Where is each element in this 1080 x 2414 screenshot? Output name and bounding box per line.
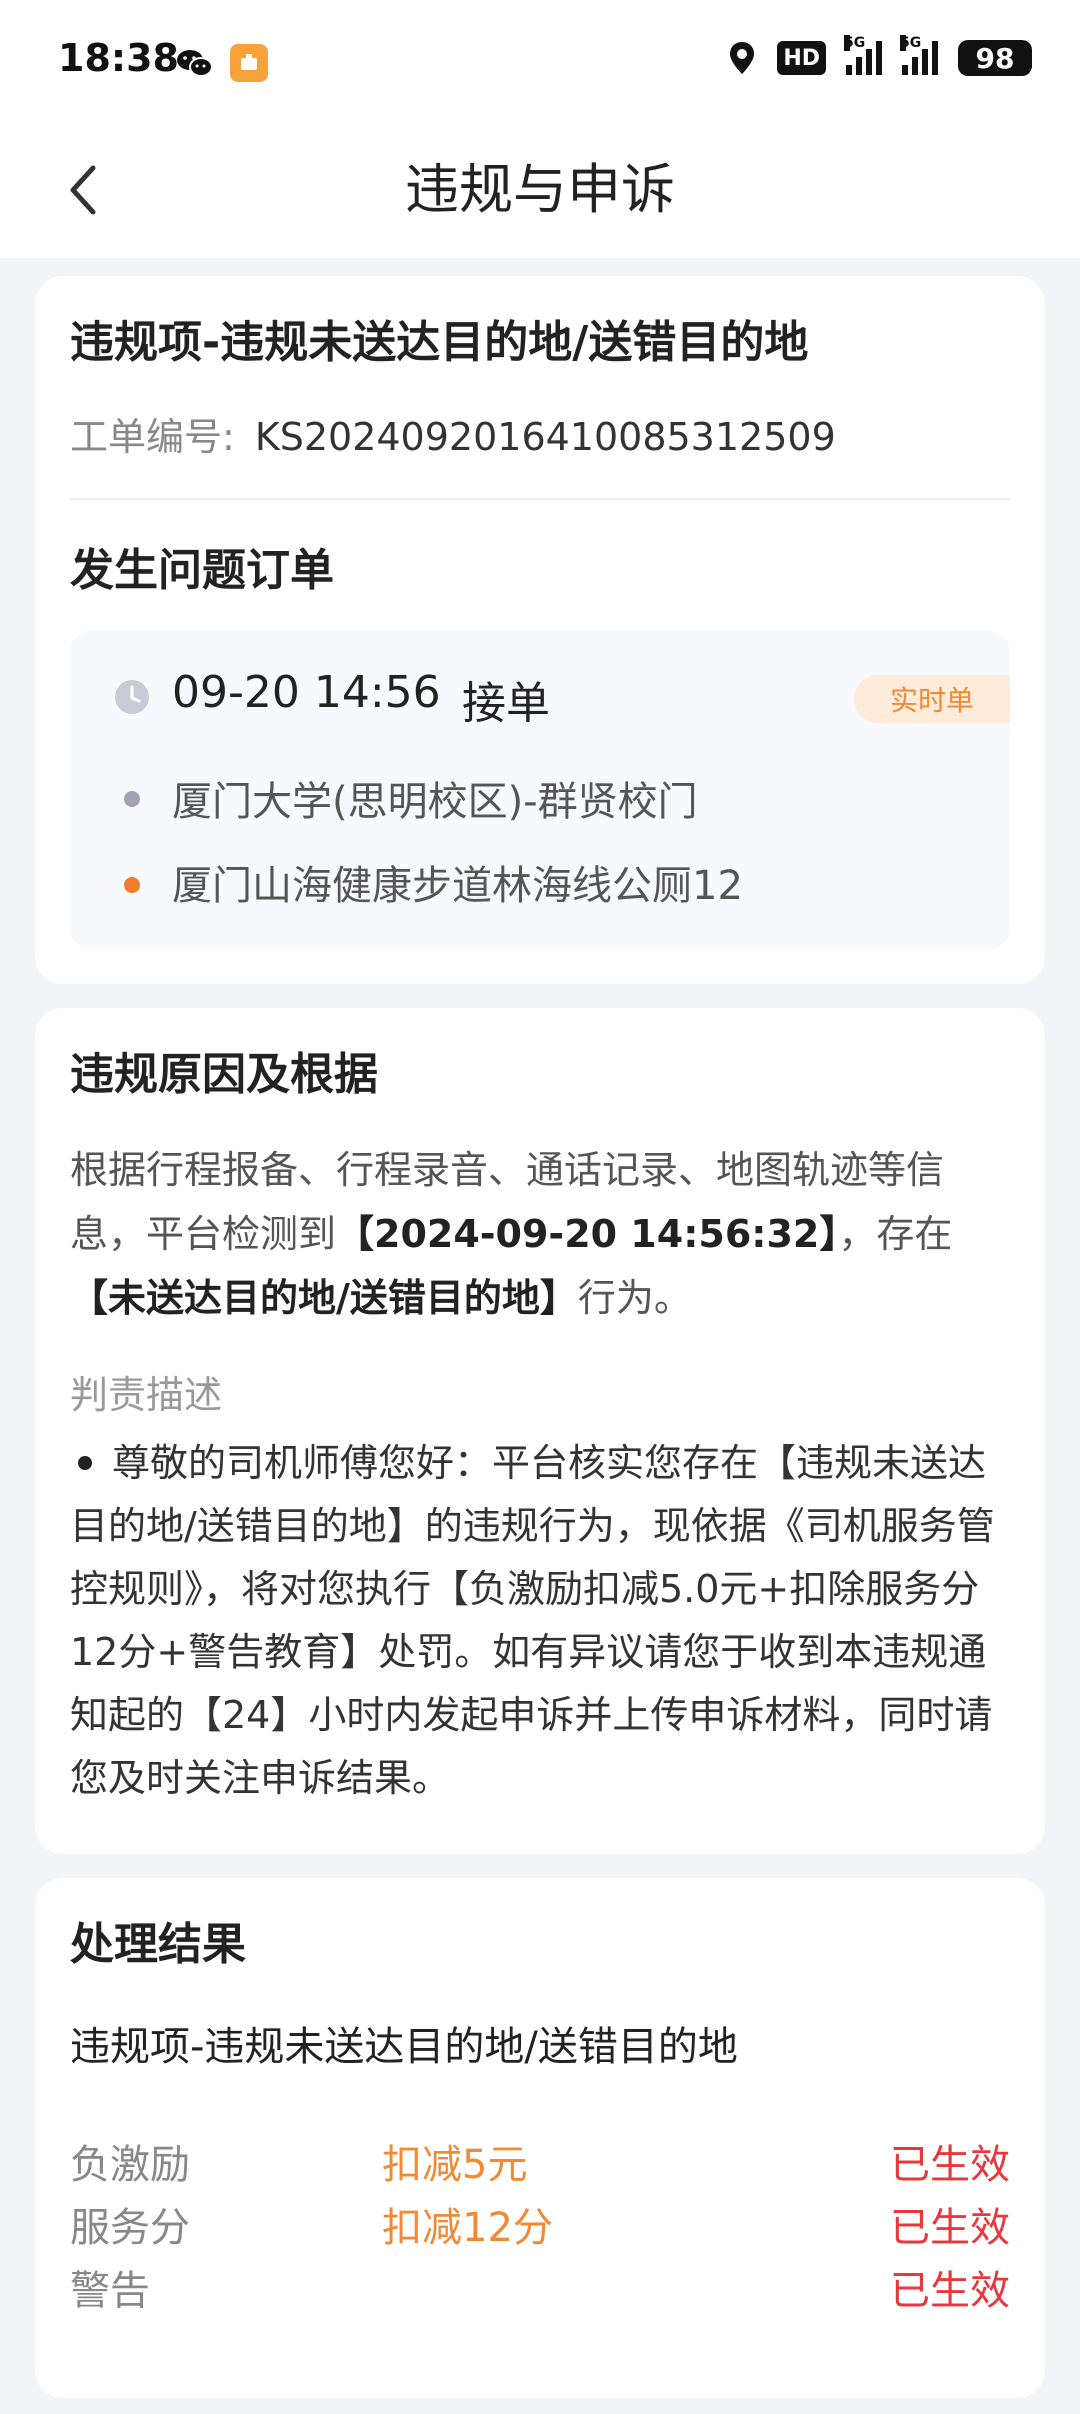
reason-text: 根据行程报备、行程录音、通话记录、地图轨迹等信息，平台检测到【2024-09-2… — [70, 1148, 953, 1320]
end-address: 厦门山海健康步道林海线公厕12 — [172, 863, 743, 909]
result-card: 处理结果 违规项-违规未送达目的地/送错目的地 负激励 扣减5元 已生效 服务分… — [35, 1878, 1045, 2398]
bullet-icon — [78, 1455, 92, 1470]
judge-label: 判责描述 — [70, 1373, 223, 1417]
violation-card: 违规项-违规未送达目的地/送错目的地 工单编号: KS20240920164100… — [35, 276, 1045, 984]
result-row: 服务分 扣减12分 已生效 — [70, 2195, 1010, 2257]
result-value: 扣减12分 — [382, 2205, 553, 2251]
status-left-icons — [176, 44, 268, 82]
result-state: 已生效 — [890, 2205, 1010, 2251]
app-badge-icon — [230, 44, 268, 82]
page-title: 违规与申诉 — [405, 158, 675, 221]
violation-title: 违规项-违规未送达目的地/送错目的地 — [70, 317, 809, 368]
start-point-icon — [124, 791, 140, 807]
result-state: 已生效 — [890, 2142, 1010, 2188]
status-right-icons: HD 5G 5G 98 — [727, 35, 1032, 76]
result-row: 警告 已生效 — [70, 2258, 1010, 2320]
issue-order-title: 发生问题订单 — [70, 545, 334, 596]
order-time: 09-20 14:56 — [172, 667, 441, 718]
clock-icon — [115, 680, 149, 714]
issue-order-box[interactable]: 09-20 14:56 接单 实时单 厦门大学(思明校区)-群贤校门 厦门山海健… — [70, 631, 1010, 949]
order-number-value: KS20240920164100853125​09 — [254, 415, 836, 459]
result-name: 警告 — [70, 2268, 150, 2314]
judge-description: 尊敬的司机师傅您好：平台核实您存在【违规未送达目的地/送错目的地】的违规行为，现… — [70, 1441, 995, 1800]
result-value: 扣减5元 — [382, 2142, 528, 2188]
hd-icon: HD — [777, 41, 826, 75]
order-status: 接单 — [462, 678, 550, 729]
end-point-icon — [124, 877, 140, 893]
top-bar: 18:38 HD 5G 5G 98 违规与申诉 — [0, 0, 1080, 258]
result-state: 已生效 — [890, 2268, 1010, 2314]
reason-title: 违规原因及根据 — [70, 1049, 378, 1100]
result-name: 负激励 — [70, 2142, 190, 2188]
wechat-icon — [177, 50, 213, 77]
violation-behavior: 【未送达目的地/送错目的地】 — [70, 1276, 578, 1320]
detected-time: 【2024-09-20 14:56:32】 — [336, 1212, 839, 1256]
battery-icon: 98 — [958, 40, 1032, 76]
divider — [70, 498, 1010, 500]
realtime-order-tag: 实时单 — [854, 675, 1010, 723]
signal-icon-sim2: 5G — [900, 35, 938, 75]
status-time: 18:38 — [58, 36, 179, 80]
result-subtitle: 违规项-违规未送达目的地/送错目的地 — [70, 2024, 738, 2070]
order-number-label: 工单编号: — [70, 415, 235, 459]
signal-icon-sim1: 5G — [844, 35, 882, 75]
order-number-row: 工单编号: KS20240920164100853125​09 — [70, 406, 836, 461]
location-icon — [730, 42, 755, 74]
result-title: 处理结果 — [70, 1919, 246, 1970]
result-name: 服务分 — [70, 2205, 190, 2251]
reason-card: 违规原因及根据 根据行程报备、行程录音、通话记录、地图轨迹等信息，平台检测到【2… — [35, 1008, 1045, 1854]
result-row: 负激励 扣减5元 已生效 — [70, 2132, 1010, 2194]
start-address: 厦门大学(思明校区)-群贤校门 — [172, 779, 698, 825]
